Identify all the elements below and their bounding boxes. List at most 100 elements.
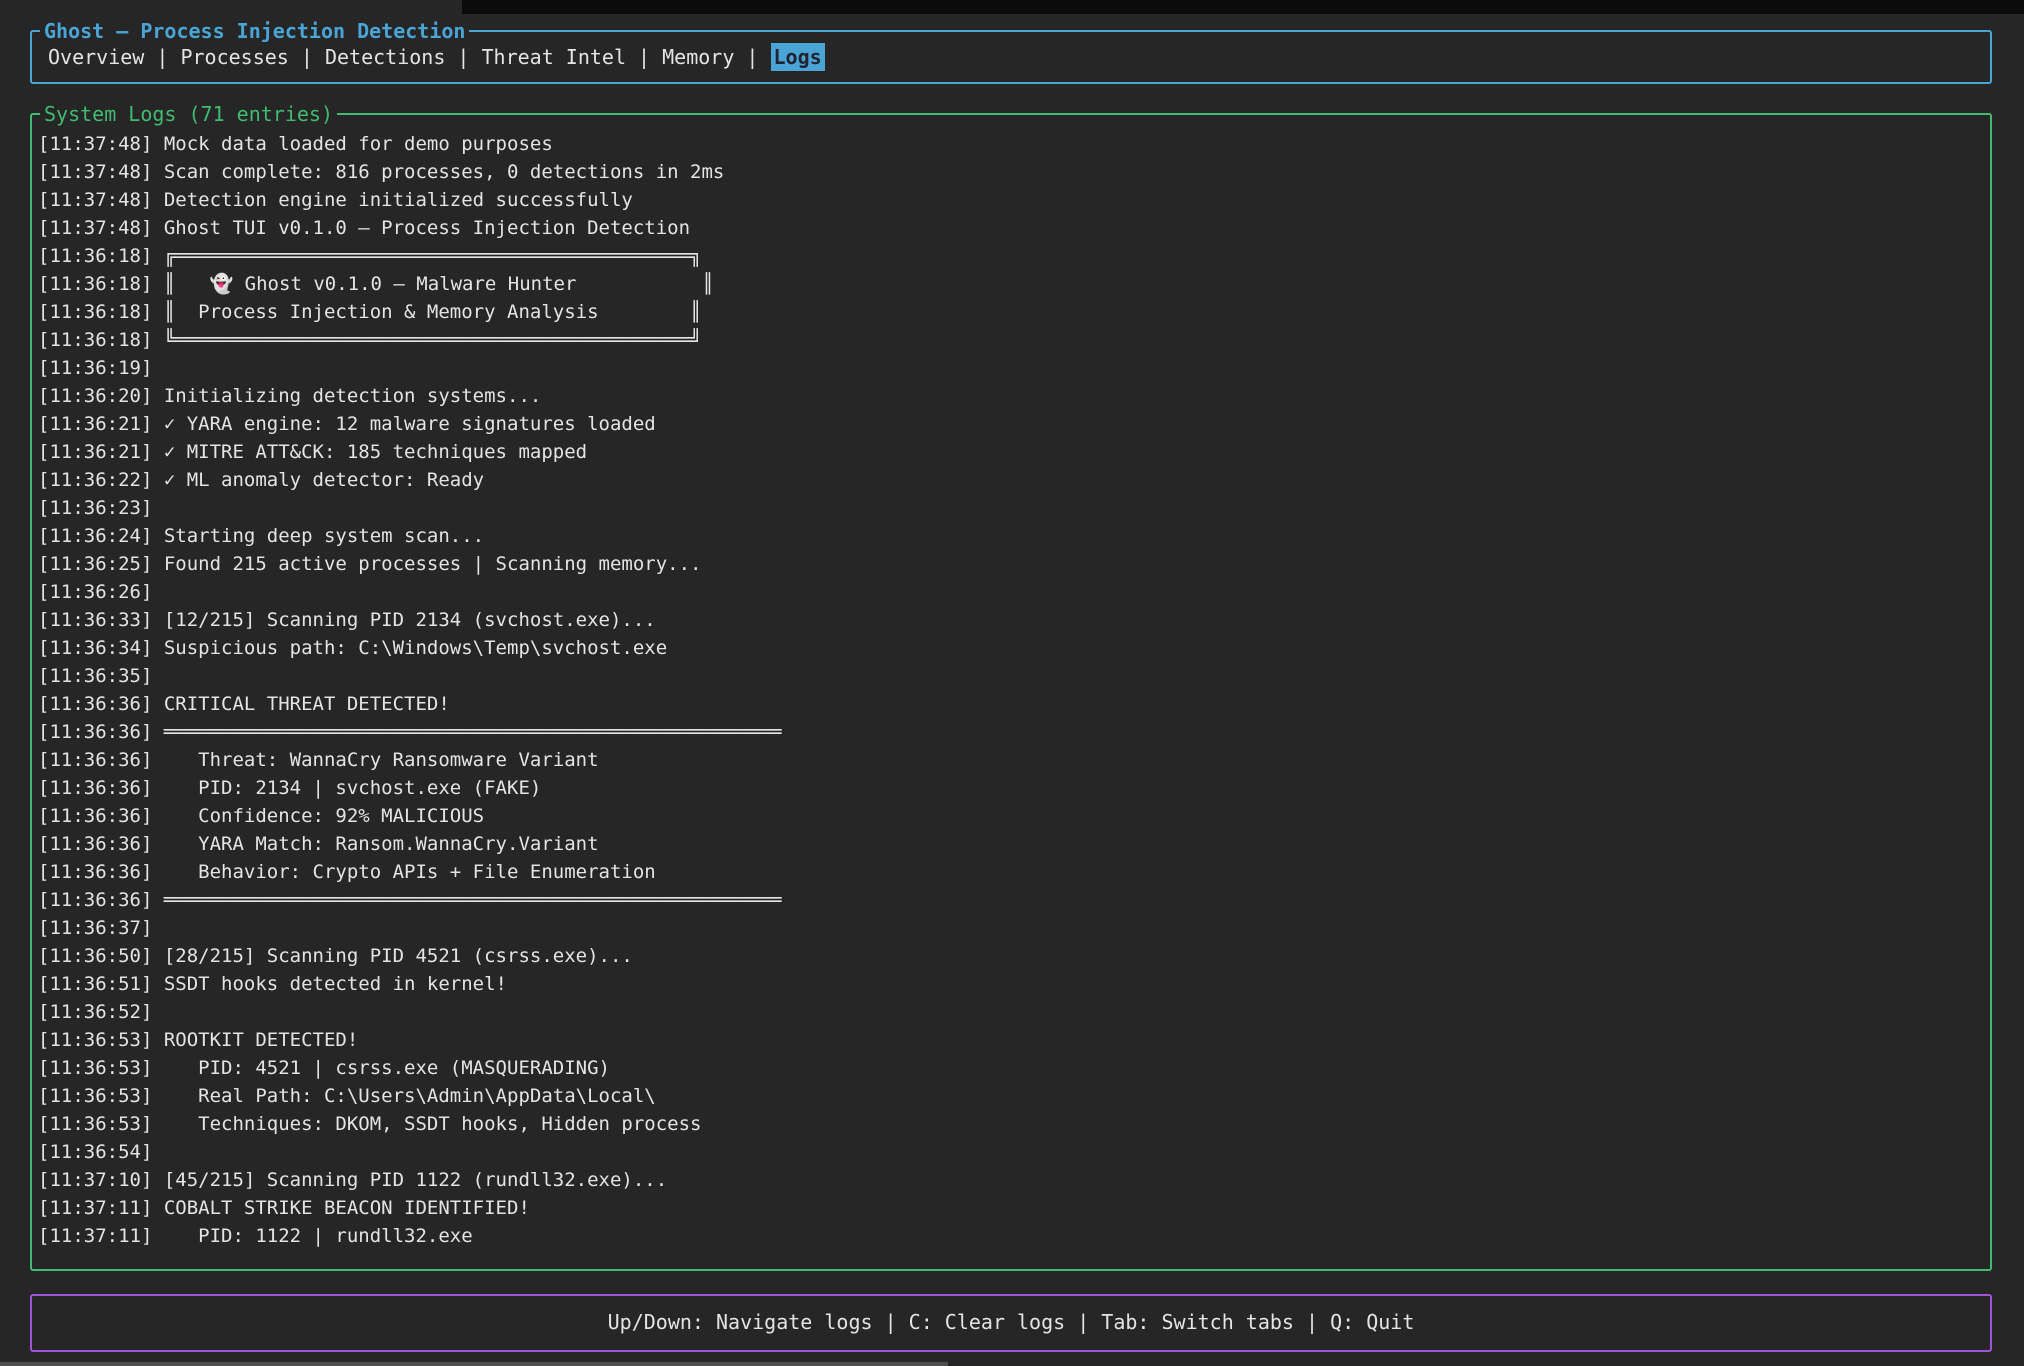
log-message: [12/215] Scanning PID 2134 (svchost.exe)… <box>152 609 655 631</box>
log-row: [11:36:53] Real Path: C:\Users\Admin\App… <box>38 1082 1982 1110</box>
log-message: Mock data loaded for demo purposes <box>152 133 552 155</box>
log-row: [11:36:36] PID: 2134 | svchost.exe (FAKE… <box>38 774 1982 802</box>
log-message: Confidence: 92% MALICIOUS <box>152 805 484 827</box>
log-timestamp: [11:37:48] <box>38 133 152 155</box>
log-timestamp: [11:36:52] <box>38 1001 152 1023</box>
log-message: Behavior: Crypto APIs + File Enumeration <box>152 861 655 883</box>
log-row: [11:36:20] Initializing detection system… <box>38 382 1982 410</box>
log-timestamp: [11:36:36] <box>38 833 152 855</box>
log-timestamp: [11:36:18] <box>38 273 152 295</box>
log-row: [11:36:18] ╚════════════════════════════… <box>38 326 1982 354</box>
log-message: [28/215] Scanning PID 4521 (csrss.exe)..… <box>152 945 632 967</box>
log-row: [11:36:24] Starting deep system scan... <box>38 522 1982 550</box>
log-timestamp: [11:36:34] <box>38 637 152 659</box>
tab-threat-intel[interactable]: Threat Intel <box>482 45 627 69</box>
log-message: ║ 👻 Ghost v0.1.0 — Malware Hunter ║ <box>152 273 713 295</box>
log-message: Found 215 active processes | Scanning me… <box>152 553 701 575</box>
log-timestamp: [11:36:36] <box>38 721 152 743</box>
log-row: [11:36:36] YARA Match: Ransom.WannaCry.V… <box>38 830 1982 858</box>
log-timestamp: [11:36:53] <box>38 1085 152 1107</box>
log-row: [11:36:36] ═════════════════════════════… <box>38 718 1982 746</box>
footer-help-bar: Up/Down: Navigate logs | C: Clear logs |… <box>30 1294 1992 1352</box>
log-row: [11:37:48] Mock data loaded for demo pur… <box>38 130 1982 158</box>
tab-separator: | <box>289 45 325 69</box>
log-timestamp: [11:36:33] <box>38 609 152 631</box>
log-message: Scan complete: 816 processes, 0 detectio… <box>152 161 724 183</box>
log-timestamp: [11:37:48] <box>38 189 152 211</box>
log-row: [11:36:21] ✓ MITRE ATT&CK: 185 technique… <box>38 438 1982 466</box>
window-bottom-edge <box>0 1362 948 1366</box>
tab-bar: Overview | Processes | Detections | Thre… <box>48 32 1980 82</box>
log-message: Real Path: C:\Users\Admin\AppData\Local\ <box>152 1085 655 1107</box>
log-row: [11:36:25] Found 215 active processes | … <box>38 550 1982 578</box>
log-row: [11:36:36] Threat: WannaCry Ransomware V… <box>38 746 1982 774</box>
log-row: [11:36:50] [28/215] Scanning PID 4521 (c… <box>38 942 1982 970</box>
log-message: ROOTKIT DETECTED! <box>152 1029 358 1051</box>
log-message: ╚═══════════════════════════════════════… <box>152 329 701 351</box>
log-row: [11:36:36] Behavior: Crypto APIs + File … <box>38 858 1982 886</box>
log-list[interactable]: [11:37:48] Mock data loaded for demo pur… <box>32 115 1990 1269</box>
log-message: ✓ YARA engine: 12 malware signatures loa… <box>152 413 655 435</box>
log-timestamp: [11:36:36] <box>38 693 152 715</box>
log-row: [11:36:19] <box>38 354 1982 382</box>
log-timestamp: [11:36:54] <box>38 1141 152 1163</box>
log-timestamp: [11:36:37] <box>38 917 152 939</box>
log-row: [11:36:36] Confidence: 92% MALICIOUS <box>38 802 1982 830</box>
log-message: PID: 2134 | svchost.exe (FAKE) <box>152 777 541 799</box>
log-row: [11:36:36] CRITICAL THREAT DETECTED! <box>38 690 1982 718</box>
log-message: ✓ ML anomaly detector: Ready <box>152 469 484 491</box>
log-row: [11:36:22] ✓ ML anomaly detector: Ready <box>38 466 1982 494</box>
log-timestamp: [11:36:53] <box>38 1057 152 1079</box>
log-message: Ghost TUI v0.1.0 — Process Injection Det… <box>152 217 690 239</box>
log-timestamp: [11:36:18] <box>38 245 152 267</box>
log-timestamp: [11:36:36] <box>38 889 152 911</box>
tab-detections[interactable]: Detections <box>325 45 445 69</box>
log-message: [45/215] Scanning PID 1122 (rundll32.exe… <box>152 1169 667 1191</box>
log-message: Starting deep system scan... <box>152 525 484 547</box>
log-row: [11:36:21] ✓ YARA engine: 12 malware sig… <box>38 410 1982 438</box>
window-chrome-strip <box>462 0 2024 14</box>
log-message: ════════════════════════════════════════… <box>152 721 781 743</box>
log-message: COBALT STRIKE BEACON IDENTIFIED! <box>152 1197 530 1219</box>
log-timestamp: [11:36:36] <box>38 749 152 771</box>
log-timestamp: [11:36:53] <box>38 1029 152 1051</box>
log-timestamp: [11:36:22] <box>38 469 152 491</box>
log-message: ✓ MITRE ATT&CK: 185 techniques mapped <box>152 441 587 463</box>
log-row: [11:36:35] <box>38 662 1982 690</box>
log-timestamp: [11:36:21] <box>38 413 152 435</box>
log-timestamp: [11:37:11] <box>38 1225 152 1247</box>
log-timestamp: [11:36:19] <box>38 357 152 379</box>
log-message: Initializing detection systems... <box>152 385 541 407</box>
log-row: [11:37:48] Ghost TUI v0.1.0 — Process In… <box>38 214 1982 242</box>
log-row: [11:36:53] PID: 4521 | csrss.exe (MASQUE… <box>38 1054 1982 1082</box>
log-message: ════════════════════════════════════════… <box>152 889 781 911</box>
keyboard-shortcuts-help: Up/Down: Navigate logs | C: Clear logs |… <box>32 1296 1990 1350</box>
tab-separator: | <box>734 45 770 69</box>
log-timestamp: [11:36:53] <box>38 1113 152 1135</box>
tab-logs[interactable]: Logs <box>771 43 825 71</box>
log-message: Suspicious path: C:\Windows\Temp\svchost… <box>152 637 667 659</box>
log-message: Threat: WannaCry Ransomware Variant <box>152 749 598 771</box>
log-row: [11:37:48] Detection engine initialized … <box>38 186 1982 214</box>
log-row: [11:36:34] Suspicious path: C:\Windows\T… <box>38 634 1982 662</box>
log-row: [11:37:48] Scan complete: 816 processes,… <box>38 158 1982 186</box>
log-timestamp: [11:36:24] <box>38 525 152 547</box>
log-message: ╔═══════════════════════════════════════… <box>152 245 701 267</box>
log-timestamp: [11:36:18] <box>38 329 152 351</box>
terminal-screen: Ghost — Process Injection Detection Over… <box>0 0 2024 1366</box>
system-logs-panel: System Logs (71 entries) [11:37:48] Mock… <box>30 113 1992 1271</box>
tab-processes[interactable]: Processes <box>180 45 288 69</box>
log-row: [11:36:54] <box>38 1138 1982 1166</box>
tab-overview[interactable]: Overview <box>48 45 144 69</box>
log-timestamp: [11:36:36] <box>38 861 152 883</box>
log-row: [11:36:18] ╔════════════════════════════… <box>38 242 1982 270</box>
log-timestamp: [11:36:35] <box>38 665 152 687</box>
log-timestamp: [11:36:20] <box>38 385 152 407</box>
log-message: PID: 4521 | csrss.exe (MASQUERADING) <box>152 1057 610 1079</box>
log-message: YARA Match: Ransom.WannaCry.Variant <box>152 833 598 855</box>
tab-memory[interactable]: Memory <box>662 45 734 69</box>
log-message: CRITICAL THREAT DETECTED! <box>152 693 449 715</box>
log-timestamp: [11:36:36] <box>38 805 152 827</box>
log-timestamp: [11:36:36] <box>38 777 152 799</box>
log-message: Detection engine initialized successfull… <box>152 189 632 211</box>
